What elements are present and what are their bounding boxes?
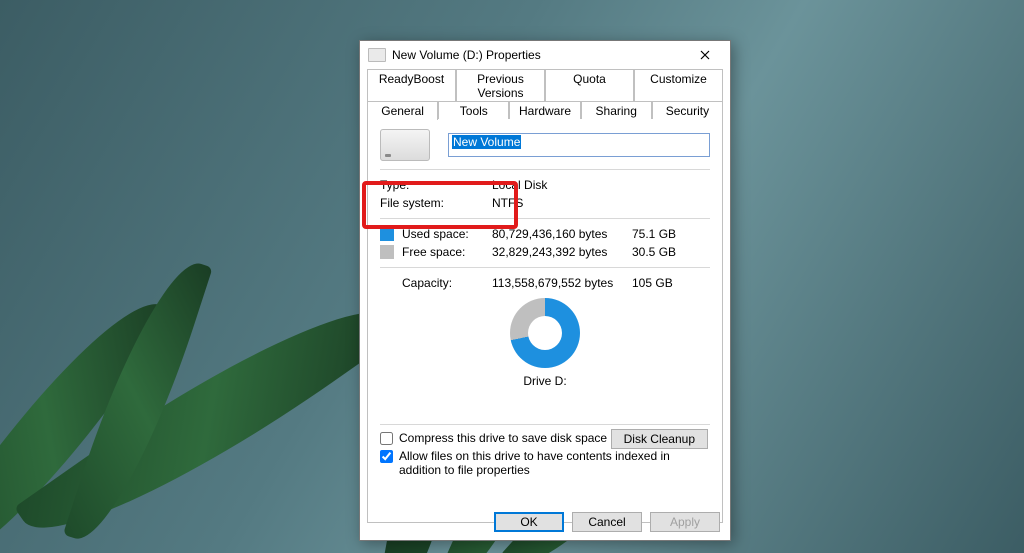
tab-quota[interactable]: Quota [545, 69, 634, 102]
titlebar[interactable]: New Volume (D:) Properties [360, 41, 730, 69]
usage-donut-icon [510, 298, 580, 368]
row-free: Free space: 32,829,243,392 bytes 30.5 GB [380, 243, 710, 261]
dialog-buttons: OK Cancel Apply [494, 512, 720, 532]
free-label: Free space: [402, 245, 492, 259]
volume-name-text: New Volume [452, 135, 521, 149]
tab-tools[interactable]: Tools [438, 101, 509, 120]
apply-button: Apply [650, 512, 720, 532]
free-bytes: 32,829,243,392 bytes [492, 245, 632, 259]
used-bytes: 80,729,436,160 bytes [492, 227, 632, 241]
tabstrip: ReadyBoost Previous Versions Quota Custo… [367, 69, 723, 523]
tab-sharing[interactable]: Sharing [581, 101, 652, 120]
capacity-bytes: 113,558,679,552 bytes [492, 276, 632, 290]
drive-large-icon [380, 129, 430, 161]
capacity-human: 105 GB [632, 276, 710, 290]
separator [380, 169, 710, 170]
used-human: 75.1 GB [632, 227, 710, 241]
free-swatch-icon [380, 245, 394, 259]
desktop-background: New Volume (D:) Properties ReadyBoost Pr… [0, 0, 1024, 553]
window-title: New Volume (D:) Properties [392, 48, 688, 62]
capacity-label: Capacity: [402, 276, 492, 290]
volume-name-input[interactable]: New Volume [448, 133, 710, 157]
close-icon [700, 50, 710, 60]
tab-security[interactable]: Security [652, 101, 723, 120]
tab-panel-general: New Volume Type: Local Disk File system:… [367, 119, 723, 523]
tab-general[interactable]: General [367, 101, 438, 120]
tab-readyboost[interactable]: ReadyBoost [367, 69, 456, 102]
used-swatch-icon [380, 227, 394, 241]
index-checkbox[interactable] [380, 450, 393, 463]
usage-chart: Drive D: [380, 298, 710, 388]
ok-button[interactable]: OK [494, 512, 564, 532]
compress-checkbox[interactable] [380, 432, 393, 445]
separator [380, 267, 710, 268]
free-human: 30.5 GB [632, 245, 710, 259]
properties-dialog: New Volume (D:) Properties ReadyBoost Pr… [359, 40, 731, 541]
tab-hardware[interactable]: Hardware [509, 101, 580, 120]
row-filesystem: File system: NTFS [380, 194, 710, 212]
separator [380, 218, 710, 219]
type-label: Type: [380, 178, 492, 192]
drive-icon [368, 48, 386, 62]
separator [380, 424, 710, 425]
close-button[interactable] [688, 44, 722, 66]
filesystem-label: File system: [380, 196, 492, 210]
drive-label: Drive D: [523, 374, 566, 388]
cancel-button[interactable]: Cancel [572, 512, 642, 532]
tab-previous-versions[interactable]: Previous Versions [456, 69, 545, 102]
type-value: Local Disk [492, 178, 632, 192]
row-used: Used space: 80,729,436,160 bytes 75.1 GB [380, 225, 710, 243]
filesystem-value: NTFS [492, 196, 632, 210]
row-type: Type: Local Disk [380, 176, 710, 194]
tab-customize[interactable]: Customize [634, 69, 723, 102]
used-label: Used space: [402, 227, 492, 241]
disk-cleanup-button[interactable]: Disk Cleanup [611, 429, 708, 449]
row-capacity: Capacity: 113,558,679,552 bytes 105 GB [380, 274, 710, 292]
row-index-check: Allow files on this drive to have conten… [380, 449, 710, 477]
index-label[interactable]: Allow files on this drive to have conten… [399, 449, 710, 477]
